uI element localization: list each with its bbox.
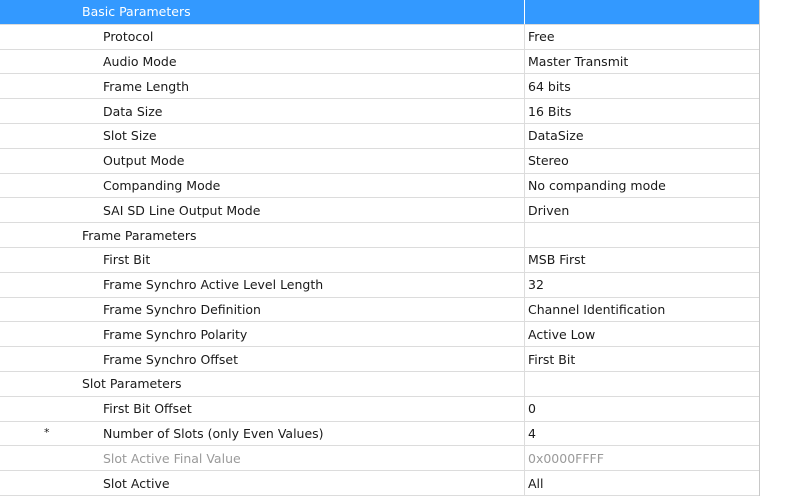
param-value[interactable]: Master Transmit [524, 49, 759, 74]
param-row-frame-length[interactable]: Frame Length 64 bits [0, 74, 759, 100]
param-name: Slot Active [103, 475, 170, 491]
row-marker-cell: * [0, 422, 70, 446]
param-value[interactable]: Active Low [524, 322, 759, 347]
group-value-cell [524, 0, 759, 24]
param-name: Protocol [103, 29, 154, 45]
param-row-protocol[interactable]: Protocol Free [0, 24, 759, 50]
row-marker-cell [0, 298, 70, 322]
param-name: Audio Mode [103, 53, 177, 69]
row-marker-cell [0, 149, 70, 173]
row-marker-cell [0, 198, 70, 222]
group-header-basic-parameters[interactable]: Basic Parameters [0, 0, 759, 25]
param-value[interactable]: No companding mode [524, 173, 759, 198]
param-value[interactable]: DataSize [524, 123, 759, 148]
param-value[interactable]: 0 [524, 396, 759, 421]
param-row-frame-synchro-polarity[interactable]: Frame Synchro Polarity Active Low [0, 322, 759, 348]
param-name: Companding Mode [103, 177, 221, 193]
row-marker-cell [0, 0, 70, 24]
param-name: Output Mode [103, 153, 185, 169]
param-row-slot-size[interactable]: Slot Size DataSize [0, 123, 759, 149]
param-row-first-bit-offset[interactable]: First Bit Offset 0 [0, 396, 759, 422]
row-marker-cell [0, 397, 70, 421]
param-value[interactable]: Free [524, 24, 759, 49]
param-row-frame-synchro-definition[interactable]: Frame Synchro Definition Channel Identif… [0, 297, 759, 323]
row-marker-cell [0, 25, 70, 49]
param-name: Number of Slots (only Even Values) [103, 425, 324, 441]
param-name: First Bit Offset [103, 401, 192, 417]
param-value[interactable]: First Bit [524, 347, 759, 371]
row-marker-cell [0, 347, 70, 371]
row-marker-cell [0, 273, 70, 297]
param-value[interactable]: 64 bits [524, 74, 759, 99]
row-marker-cell [0, 99, 70, 123]
param-value[interactable]: Driven [524, 198, 759, 223]
param-value[interactable]: MSB First [524, 247, 759, 272]
row-marker-cell [0, 446, 70, 470]
param-name: Frame Synchro Polarity [103, 326, 248, 342]
row-marker-cell [0, 174, 70, 198]
param-row-frame-synchro-offset[interactable]: Frame Synchro Offset First Bit [0, 347, 759, 372]
group-value-cell [524, 223, 759, 247]
param-name: Slot Active Final Value [103, 450, 241, 466]
parameter-grid: Basic Parameters Protocol Free Audio Mod… [0, 0, 760, 496]
row-marker-cell [0, 248, 70, 272]
param-row-audio-mode[interactable]: Audio Mode Master Transmit [0, 49, 759, 75]
param-row-frame-synchro-active-level-length[interactable]: Frame Synchro Active Level Length 32 [0, 272, 759, 298]
group-value-cell [524, 371, 759, 396]
param-name: SAI SD Line Output Mode [103, 202, 261, 218]
modified-marker: * [44, 425, 50, 439]
param-value[interactable]: 16 Bits [524, 99, 759, 123]
row-marker-cell [0, 74, 70, 98]
row-marker-cell [0, 124, 70, 148]
param-row-first-bit[interactable]: First Bit MSB First [0, 247, 759, 273]
param-name: Slot Size [103, 128, 157, 144]
group-title: Slot Parameters [82, 376, 182, 392]
param-row-sai-sd-line-output-mode[interactable]: SAI SD Line Output Mode Driven [0, 198, 759, 224]
row-marker-cell [0, 471, 70, 495]
param-value[interactable]: All [524, 471, 759, 495]
row-marker-cell [0, 372, 70, 396]
param-name: Frame Synchro Offset [103, 351, 239, 367]
right-margin [760, 0, 798, 496]
group-header-slot-parameters[interactable]: Slot Parameters [0, 371, 759, 397]
param-row-slot-active[interactable]: Slot Active All [0, 471, 759, 496]
param-value[interactable]: 4 [524, 421, 759, 446]
param-row-slot-active-final-value: Slot Active Final Value 0x0000FFFF [0, 446, 759, 472]
param-name: Data Size [103, 103, 163, 119]
row-marker-cell [0, 223, 70, 247]
param-value[interactable]: 32 [524, 272, 759, 297]
param-row-companding-mode[interactable]: Companding Mode No companding mode [0, 173, 759, 199]
param-value: 0x0000FFFF [524, 446, 759, 471]
row-marker-cell [0, 322, 70, 346]
row-marker-cell [0, 50, 70, 74]
param-row-number-of-slots[interactable]: * Number of Slots (only Even Values) 4 [0, 421, 759, 447]
param-name: First Bit [103, 252, 151, 268]
group-header-frame-parameters[interactable]: Frame Parameters [0, 223, 759, 248]
param-row-output-mode[interactable]: Output Mode Stereo [0, 148, 759, 174]
param-name: Frame Synchro Definition [103, 301, 261, 317]
group-title: Frame Parameters [82, 227, 197, 243]
param-row-data-size[interactable]: Data Size 16 Bits [0, 99, 759, 124]
param-name: Frame Length [103, 78, 190, 94]
param-name: Frame Synchro Active Level Length [103, 277, 324, 293]
param-value[interactable]: Stereo [524, 148, 759, 173]
group-title: Basic Parameters [70, 0, 524, 24]
param-value[interactable]: Channel Identification [524, 297, 759, 322]
